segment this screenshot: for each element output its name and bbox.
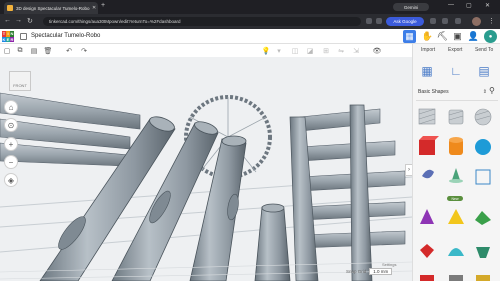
add-user-icon[interactable]: 👤	[467, 30, 480, 43]
extension-icon[interactable]	[376, 18, 382, 24]
mirror-icon[interactable]: ⇋	[336, 46, 346, 55]
search-icon[interactable]: ⚲	[489, 86, 495, 95]
shape-tube[interactable]	[449, 275, 463, 281]
puzzle-icon[interactable]	[442, 18, 448, 24]
browser-tab-bar: 3D design Spectacular Tumelo-Robo ✕ + Ge…	[0, 0, 500, 14]
design-list-icon[interactable]	[20, 33, 27, 40]
shape-library-grid	[418, 108, 492, 281]
shape-cylinder[interactable]	[449, 137, 463, 155]
settings-link[interactable]: Settings	[382, 262, 396, 267]
undo-icon[interactable]: ↶	[64, 46, 74, 55]
url-text: tinkercad.com/things/aua30tMpown/edit?re…	[49, 19, 181, 24]
light-bulb-icon[interactable]: 💡	[261, 46, 271, 55]
shape-sphere-hole[interactable]	[474, 108, 492, 126]
url-field[interactable]: tinkercad.com/things/aua30tMpown/edit?re…	[43, 17, 361, 26]
extension-icon[interactable]	[366, 18, 372, 24]
notes-icon[interactable]: ▤	[476, 63, 492, 79]
shape-pyramid[interactable]	[448, 209, 464, 224]
hide-icon[interactable]: 👁	[372, 46, 382, 55]
align-icon[interactable]: ⊞	[321, 46, 331, 55]
workplane-icon[interactable]: ▦	[419, 63, 435, 79]
panel-divider	[416, 100, 498, 101]
new-tab-icon[interactable]: +	[101, 2, 105, 9]
shape-torus[interactable]	[420, 275, 434, 281]
shape-sphere[interactable]	[475, 139, 491, 155]
gemini-button[interactable]: Gemini	[393, 3, 429, 11]
shapes-category-select[interactable]: Basic Shapes ⇕	[418, 87, 487, 96]
edit-toolbar: ▢ ⧉ ▤ 🗑 ↶ ↷ 💡 ▾ ◫ ◪ ⊞ ⇋ ⇲ 👁	[0, 44, 412, 57]
hand-icon[interactable]: ✋	[421, 30, 434, 43]
maximize-icon[interactable]: ▢	[466, 2, 472, 9]
briefcase-icon[interactable]: ▣	[451, 30, 464, 43]
3d-workplane-viewport[interactable]: FRONT ⌂ ⊙ + − ◈	[0, 57, 412, 281]
send-to-button[interactable]: Send To	[475, 47, 493, 53]
extension-icon[interactable]	[430, 18, 436, 24]
fit-view-icon[interactable]: ⊙	[4, 118, 18, 132]
shape-new-item[interactable]	[449, 168, 463, 183]
export-button[interactable]: Export	[448, 47, 462, 53]
pickaxe-icon[interactable]: ⛏	[436, 30, 449, 43]
user-avatar[interactable]: ●	[484, 30, 497, 43]
snap-grid-label: Snap Grid	[346, 269, 367, 274]
ask-google-button[interactable]: Ask Google	[386, 17, 424, 26]
browser-tab[interactable]: 3D design Spectacular Tumelo-Robo ✕	[4, 2, 98, 14]
shape-box[interactable]	[419, 136, 439, 155]
snap-grid-select[interactable]: 1.0 mm	[369, 268, 393, 275]
shape-cone[interactable]	[420, 209, 434, 224]
tinkercad-logo[interactable]: T I N K E R	[2, 31, 14, 42]
menu-dots-icon[interactable]: ⋮	[488, 17, 495, 25]
chevron-down-icon: ⇕	[482, 88, 487, 95]
reload-icon[interactable]: ↻	[27, 17, 33, 25]
copy-icon[interactable]: ⧉	[15, 46, 25, 55]
snap-grid-control: Snap Grid 1.0 mm	[346, 268, 393, 275]
panel-tools: ▦ ∟ ▤	[413, 61, 500, 81]
profile-avatar[interactable]	[472, 17, 481, 26]
minimize-icon[interactable]: —	[448, 2, 454, 8]
project-name[interactable]: Spectacular Tumelo-Robo	[31, 33, 100, 39]
group-icon[interactable]: ◫	[290, 46, 300, 55]
download-icon[interactable]	[455, 18, 461, 24]
3d-view-icon[interactable]: ▦	[403, 30, 416, 43]
shape-text[interactable]	[475, 169, 491, 185]
shapes-category-label: Basic Shapes	[418, 88, 449, 95]
forward-icon[interactable]: →	[15, 17, 22, 24]
app-header: T I N K E R Spectacular Tumelo-Robo ▦ ✋ …	[0, 29, 500, 44]
address-bar-row: ← → ↻ tinkercad.com/things/aua30tMpown/e…	[0, 14, 500, 29]
new-badge: New	[447, 196, 463, 201]
shape-roof[interactable]	[475, 211, 491, 225]
shape-half-sphere[interactable]	[448, 248, 464, 256]
tinkercad-favicon-icon	[7, 5, 13, 11]
shape-cylinder-hole[interactable]	[448, 109, 464, 125]
panel-actions: Import Export Send To	[413, 47, 500, 56]
close-tab-icon[interactable]: ✕	[92, 5, 96, 11]
home-view-icon[interactable]: ⌂	[4, 100, 18, 114]
new-shape-icon[interactable]: ▢	[2, 46, 12, 55]
ruler-icon[interactable]: ∟	[448, 63, 464, 79]
back-icon[interactable]: ←	[4, 17, 11, 24]
chevron-down-icon[interactable]: ▾	[274, 46, 284, 55]
shape-scribble[interactable]	[422, 169, 434, 179]
tab-title: 3D design Spectacular Tumelo-Robo	[16, 5, 90, 11]
shape-heart[interactable]	[420, 244, 434, 258]
import-button[interactable]: Import	[421, 47, 435, 53]
shape-wedge[interactable]	[476, 275, 490, 281]
logo-letter: R	[10, 36, 14, 42]
3d-scene	[0, 57, 412, 281]
view-cube[interactable]: FRONT	[9, 71, 31, 91]
zoom-in-icon[interactable]: +	[4, 137, 18, 151]
window-close-icon[interactable]: ✕	[485, 2, 490, 9]
zoom-out-icon[interactable]: −	[4, 155, 18, 169]
redo-icon[interactable]: ↷	[79, 46, 89, 55]
paste-icon[interactable]: ▤	[29, 46, 39, 55]
perspective-icon[interactable]: ◈	[4, 173, 18, 187]
collapse-panel-icon[interactable]: ›	[405, 164, 412, 176]
delete-icon[interactable]: 🗑	[43, 46, 53, 55]
shape-paraboloid[interactable]	[476, 247, 490, 258]
shape-box-hole[interactable]	[418, 108, 436, 125]
ungroup-icon[interactable]: ◪	[305, 46, 315, 55]
cruise-icon[interactable]: ⇲	[351, 46, 361, 55]
